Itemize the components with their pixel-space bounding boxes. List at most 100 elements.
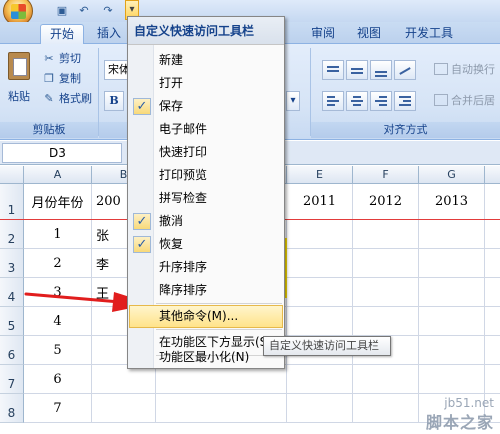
empty-cell[interactable] (485, 336, 500, 365)
empty-cell[interactable] (419, 365, 485, 394)
menu-item-more-commands[interactable]: 其他命令(M)... (129, 305, 283, 328)
row-header-3[interactable]: 3 (0, 249, 24, 278)
wrap-text-label: 自动换行 (451, 63, 495, 76)
row-header-6[interactable]: 6 (0, 336, 24, 365)
menu-item-sort-descending[interactable]: 降序排序 (129, 279, 283, 302)
tab-review[interactable]: 审阅 (302, 24, 344, 44)
menu-item-open[interactable]: 打开 (129, 72, 283, 95)
chevron-down-icon: ▾ (290, 95, 296, 106)
empty-cell[interactable] (287, 220, 353, 249)
empty-cell[interactable] (353, 307, 419, 336)
row-header-1[interactable]: 1 (0, 184, 24, 220)
empty-cell[interactable] (485, 365, 500, 394)
wrap-text-button[interactable]: 自动换行 (434, 60, 495, 80)
column-header-a[interactable]: A (24, 166, 92, 184)
cell-a[interactable]: 1 (24, 220, 92, 249)
clipboard-group-label: 剪贴板 (0, 122, 98, 138)
menu-item-sort-ascending[interactable]: 升序排序 (129, 256, 283, 279)
column-header-f[interactable]: F (353, 166, 419, 184)
name-box[interactable]: D3 (2, 143, 122, 163)
empty-cell[interactable] (485, 278, 500, 307)
empty-cell[interactable] (419, 336, 485, 365)
empty-cell[interactable] (353, 365, 419, 394)
cell-e1[interactable]: 2011 (287, 184, 353, 220)
copy-button[interactable]: ❐ 复制 (42, 70, 81, 88)
empty-cell[interactable] (485, 249, 500, 278)
scissors-icon: ✂ (44, 52, 54, 65)
cut-button[interactable]: ✂ 剪切 (42, 50, 81, 68)
empty-cell[interactable] (287, 365, 353, 394)
menu-item-email[interactable]: 电子邮件 (129, 118, 283, 141)
empty-cell[interactable] (156, 365, 287, 394)
watermark: jb51.net 脚本之家 (376, 396, 496, 432)
paste-button[interactable]: 粘贴 (4, 50, 34, 116)
menu-item-redo[interactable]: ✓ 恢复 (129, 233, 283, 256)
empty-cell[interactable] (485, 307, 500, 336)
bold-button[interactable]: B (104, 91, 124, 111)
menu-item-minimize-ribbon[interactable]: 功能区最小化(N) (129, 346, 283, 368)
row-header-7[interactable]: 7 (0, 365, 24, 394)
copy-label: 复制 (59, 72, 81, 85)
empty-cell[interactable] (419, 307, 485, 336)
column-header-next[interactable] (485, 166, 500, 184)
cell-b[interactable] (92, 394, 156, 423)
checkmark-icon: ✓ (133, 98, 151, 115)
redo-icon[interactable]: ↷ (100, 3, 116, 19)
row-header-2[interactable]: 2 (0, 220, 24, 249)
empty-cell[interactable] (353, 278, 419, 307)
cell-a[interactable]: 5 (24, 336, 92, 365)
align-top-button[interactable] (322, 60, 344, 80)
cell-g1[interactable]: 2013 (419, 184, 485, 220)
align-fragment-button[interactable]: ▾ (286, 91, 300, 111)
row-header-5[interactable]: 5 (0, 307, 24, 336)
row-header-8[interactable]: 8 (0, 394, 24, 423)
column-header-g[interactable]: G (419, 166, 485, 184)
cell-a[interactable]: 6 (24, 365, 92, 394)
menu-separator (156, 329, 282, 330)
menu-item-quick-print[interactable]: 快速打印 (129, 141, 283, 164)
menu-item-spelling[interactable]: 拼写检查 (129, 187, 283, 210)
indent-button[interactable] (394, 91, 416, 111)
tab-insert[interactable]: 插入 (88, 24, 130, 44)
column-header-e[interactable]: E (287, 166, 353, 184)
empty-cell[interactable] (287, 307, 353, 336)
empty-cell[interactable] (287, 249, 353, 278)
empty-cell[interactable] (156, 394, 287, 423)
wrap-text-icon (434, 63, 448, 75)
align-bottom-button[interactable] (370, 60, 392, 80)
empty-cell[interactable] (353, 249, 419, 278)
empty-cell[interactable] (287, 278, 353, 307)
align-left-button[interactable] (322, 91, 344, 111)
save-icon[interactable]: ▣ (54, 3, 70, 19)
office-logo-icon (11, 4, 26, 19)
cell-a[interactable]: 2 (24, 249, 92, 278)
tab-view[interactable]: 视图 (348, 24, 390, 44)
merge-center-button[interactable]: 合并后居 (434, 91, 495, 111)
align-middle-button[interactable] (346, 60, 368, 80)
format-painter-button[interactable]: ✎ 格式刷 (42, 90, 92, 108)
tab-home[interactable]: 开始 (40, 24, 85, 44)
empty-cell[interactable] (485, 220, 500, 249)
menu-item-new[interactable]: 新建 (129, 49, 283, 72)
cell-b[interactable] (92, 365, 156, 394)
empty-cell[interactable] (419, 249, 485, 278)
select-all-corner[interactable] (0, 166, 24, 184)
align-right-button[interactable] (370, 91, 392, 111)
empty-cell[interactable] (353, 220, 419, 249)
orientation-button[interactable] (394, 60, 416, 80)
menu-item-undo[interactable]: ✓ 撤消 (129, 210, 283, 233)
watermark-site: jb51.net (444, 396, 494, 410)
empty-cell[interactable] (419, 278, 485, 307)
empty-cell[interactable] (419, 220, 485, 249)
row-header-4[interactable]: 4 (0, 278, 24, 307)
cell-a1[interactable]: 月份年份 (24, 184, 92, 220)
menu-item-save[interactable]: ✓ 保存 (129, 95, 283, 118)
empty-cell[interactable] (287, 394, 353, 423)
cell-a[interactable]: 7 (24, 394, 92, 423)
undo-icon[interactable]: ↶ (76, 3, 92, 19)
cell-f1[interactable]: 2012 (353, 184, 419, 220)
menu-item-print-preview[interactable]: 打印预览 (129, 164, 283, 187)
tab-developer[interactable]: 开发工具 (396, 24, 462, 44)
watermark-name: 脚本之家 (425, 413, 494, 432)
align-center-button[interactable] (346, 91, 368, 111)
